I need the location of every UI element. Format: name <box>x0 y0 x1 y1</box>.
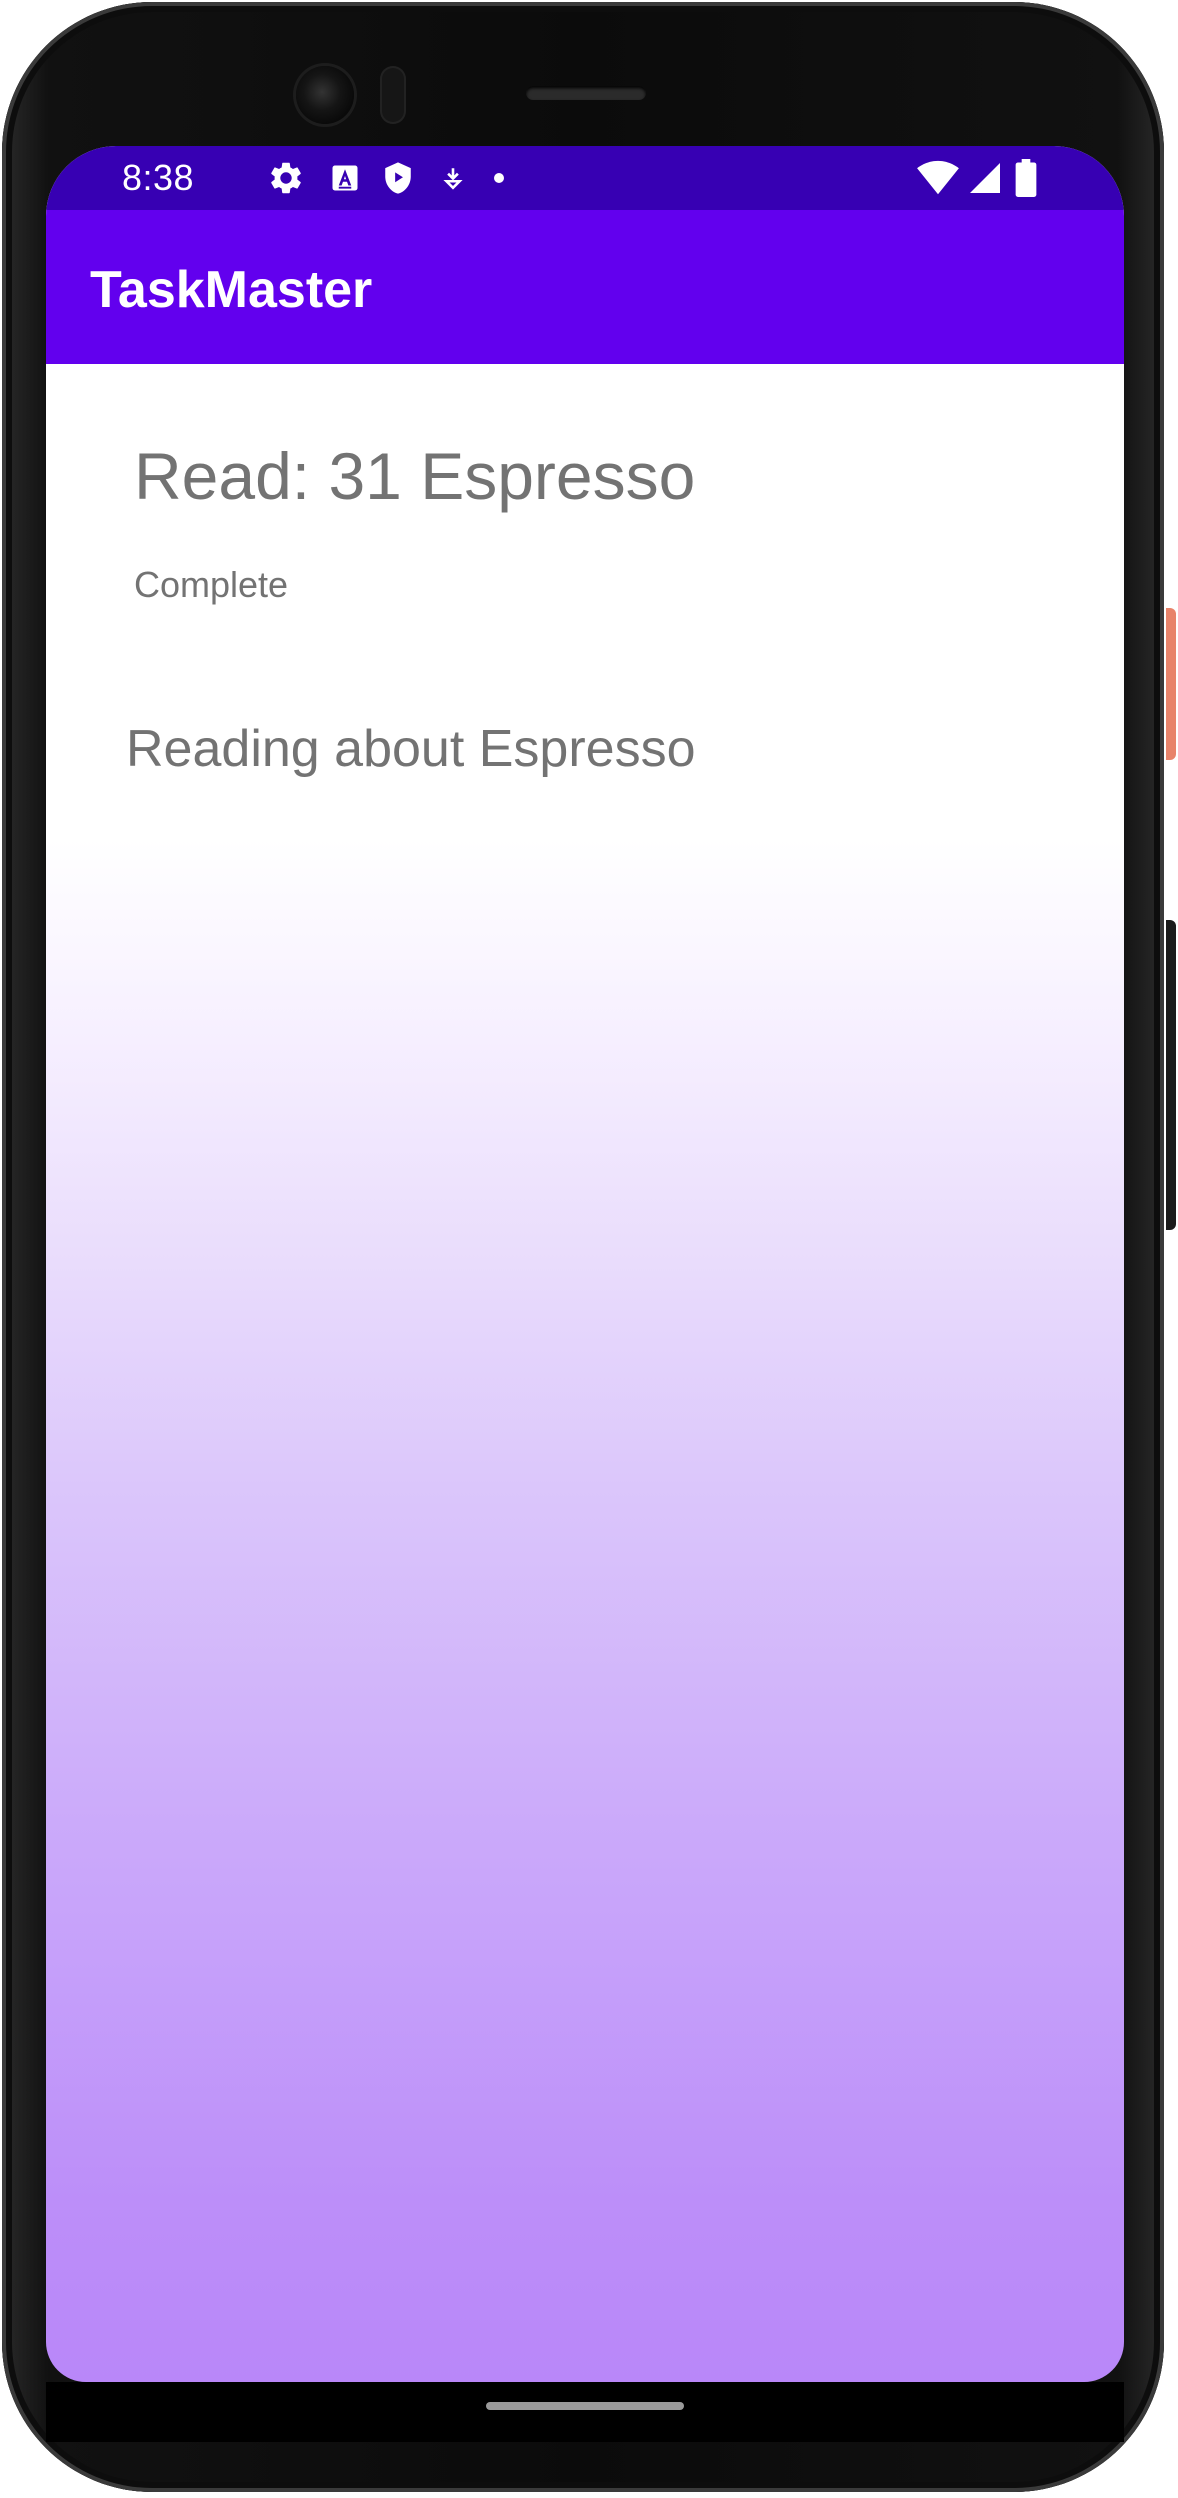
status-time: 8:38 <box>122 157 195 198</box>
shield-play-icon <box>380 160 416 196</box>
proximity-sensor <box>380 66 406 124</box>
gear-icon <box>266 160 306 196</box>
font-a-icon <box>328 160 362 196</box>
task-title: Read: 31 Espresso <box>134 439 696 513</box>
signal-icon <box>966 160 1004 196</box>
screen: 8:38 TaskMaster Read: 31 Espresso Comple… <box>46 146 1124 2382</box>
dot-icon <box>492 160 506 196</box>
front-camera <box>296 66 354 124</box>
power-button <box>1166 608 1176 760</box>
volume-button <box>1166 920 1176 1230</box>
status-bar: 8:38 <box>46 146 1124 210</box>
navigation-bar <box>46 2382 1124 2442</box>
task-body: Reading about Espresso <box>126 720 696 778</box>
download-icon <box>438 160 468 196</box>
task-status: Complete <box>134 564 289 605</box>
wifi-icon <box>916 160 960 196</box>
home-gesture-handle[interactable] <box>486 2402 684 2410</box>
earpiece-speaker <box>526 86 646 100</box>
device-background: 8:38 TaskMaster Read: 31 Espresso Comple… <box>0 0 1178 2498</box>
battery-icon <box>1014 159 1038 197</box>
app-title: TaskMaster <box>90 261 373 319</box>
app-bar: TaskMaster <box>46 210 1124 364</box>
